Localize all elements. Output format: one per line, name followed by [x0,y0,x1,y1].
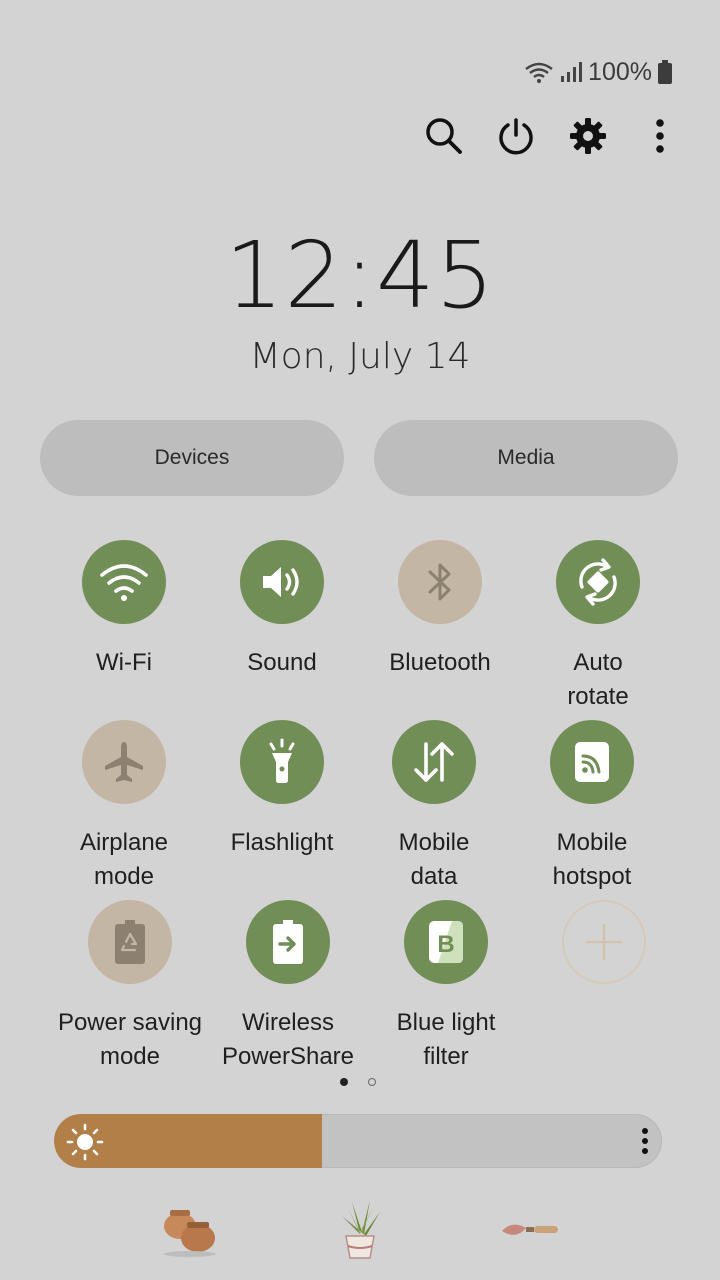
tile-bluetooth[interactable]: Bluetooth [365,540,515,680]
page-indicator [340,1078,376,1086]
tile-label: Power saving mode [57,1009,203,1070]
tile-mobile-data[interactable]: Mobile data [359,720,509,894]
clay-pots-icon [164,1210,216,1257]
bluetooth-icon [428,563,451,601]
devices-button[interactable]: Devices [40,420,344,496]
tile-label: Wireless PowerShare [221,1009,355,1070]
wifi-icon [525,62,553,83]
wifi-icon [100,564,148,601]
tile-add-button[interactable] [529,900,679,984]
airplane-icon [105,742,143,782]
garden-trowel-icon [502,1224,558,1235]
status-bar: 100% [524,56,672,88]
auto-rotate-icon [579,558,617,606]
tile-mobile-hotspot[interactable]: Mobile hotspot [517,720,667,894]
flashlight-icon [269,738,295,783]
search-icon [426,118,462,154]
tile-label: Mobile data [398,829,470,890]
more-vert-icon[interactable] [640,1127,650,1155]
gear-icon [570,118,606,154]
more-vert-icon [656,119,664,153]
hotspot-icon [575,742,609,782]
tile-flashlight[interactable]: Flashlight [207,720,357,860]
tile-label: Airplane mode [79,829,169,890]
search-button[interactable] [424,112,464,160]
tile-label: Flashlight [230,829,334,856]
power-button[interactable] [496,112,536,160]
tile-mobile-data-toggle[interactable] [392,720,476,804]
power-icon [499,118,533,155]
brightness-slider[interactable] [54,1114,662,1168]
battery-icon [658,60,672,84]
speaker-icon [263,567,299,597]
data-arrows-icon [414,742,454,782]
tile-airplane-mode[interactable]: Airplane mode [49,720,199,894]
tile-wireless-powershare[interactable]: Wireless PowerShare [208,900,368,1074]
signal-icon [561,62,583,82]
tile-wifi[interactable]: Wi-Fi [49,540,199,680]
tile-auto-rotate[interactable]: Auto rotate [523,540,673,714]
tile-auto-rotate-toggle[interactable] [556,540,640,624]
tile-wifi-toggle[interactable] [82,540,166,624]
tile-label: Sound [247,649,317,676]
sun-icon [66,1123,104,1161]
tile-blue-light-toggle[interactable]: B [404,900,488,984]
media-button[interactable]: Media [374,420,678,496]
tile-blue-light-filter[interactable]: B Blue light filter [371,900,521,1074]
tile-sound-toggle[interactable] [240,540,324,624]
page-dot-active [340,1078,348,1086]
tile-label: Bluetooth [389,649,491,676]
tile-power-saving-toggle[interactable] [88,900,172,984]
clock-time: 12:45 [224,222,496,329]
quick-panel-actions [424,112,680,160]
tile-label: Blue light filter [396,1009,496,1070]
tile-power-saving[interactable]: Power saving mode [45,900,215,1074]
svg-text:B: B [437,931,454,958]
page-dot [368,1078,376,1086]
tile-label: Wi-Fi [96,649,152,676]
settings-button[interactable] [568,112,608,160]
tile-hotspot-toggle[interactable] [550,720,634,804]
tile-flashlight-toggle[interactable] [240,720,324,804]
more-options-button[interactable] [640,112,680,160]
battery-recycle-icon [115,920,145,964]
battery-percent: 100% [588,57,652,86]
tile-sound[interactable]: Sound [207,540,357,680]
potted-plant-icon [342,1200,380,1259]
tile-bluetooth-toggle[interactable] [398,540,482,624]
add-tile-button[interactable] [562,900,646,984]
tile-label: Mobile hotspot [552,829,632,890]
plus-icon [585,923,623,961]
tile-powershare-toggle[interactable] [246,900,330,984]
tile-airplane-toggle[interactable] [82,720,166,804]
tile-label: Auto rotate [567,649,629,710]
blue-light-filter-icon: B [429,921,463,963]
battery-share-icon [273,920,303,964]
clock-date: Mon, July 14 [249,336,471,377]
